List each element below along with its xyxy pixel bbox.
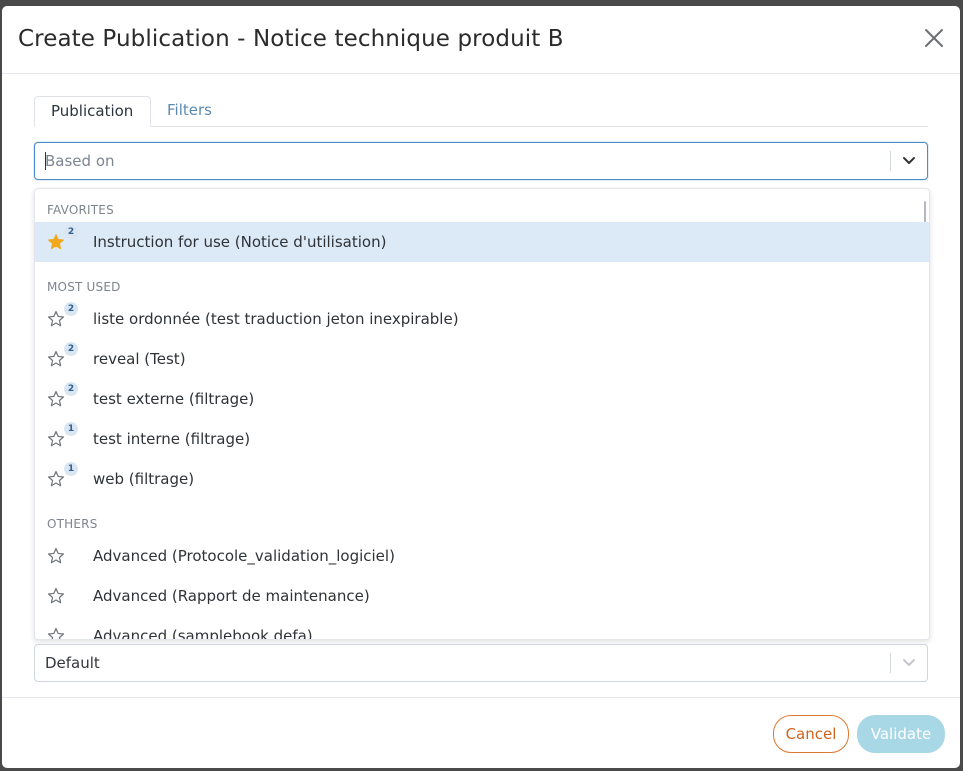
usage-count-badge: 2 bbox=[64, 302, 78, 316]
default-select-value: Default bbox=[45, 654, 100, 672]
option-label: Advanced (Protocole_validation_logiciel) bbox=[93, 547, 395, 565]
star-outline-icon[interactable] bbox=[47, 390, 65, 408]
group-label-most-used: MOST USED bbox=[47, 280, 121, 294]
star-outline-icon[interactable] bbox=[47, 587, 65, 605]
select-separator bbox=[890, 653, 891, 673]
usage-count-badge: 2 bbox=[64, 342, 78, 356]
chevron-down-icon[interactable] bbox=[901, 656, 917, 670]
option-reveal[interactable]: 2 reveal (Test) bbox=[35, 339, 929, 379]
star-outline-icon[interactable] bbox=[47, 627, 65, 640]
close-icon[interactable] bbox=[922, 26, 946, 50]
star-filled-icon[interactable] bbox=[47, 233, 65, 251]
option-label: Advanced (samplebook defa) bbox=[93, 627, 313, 640]
usage-count-badge: 2 bbox=[64, 382, 78, 396]
cancel-button[interactable]: Cancel bbox=[773, 715, 849, 753]
option-advanced-samplebook[interactable]: Advanced (samplebook defa) bbox=[35, 616, 929, 640]
usage-count-badge: 1 bbox=[64, 422, 78, 436]
star-outline-icon[interactable] bbox=[47, 430, 65, 448]
usage-count-badge: 2 bbox=[64, 225, 78, 239]
option-advanced-rapport[interactable]: Advanced (Rapport de maintenance) bbox=[35, 576, 929, 616]
option-label: web (filtrage) bbox=[93, 470, 195, 488]
star-outline-icon[interactable] bbox=[47, 310, 65, 328]
group-label-others: OTHERS bbox=[47, 517, 98, 531]
star-outline-icon[interactable] bbox=[47, 350, 65, 368]
option-label: liste ordonnée (test traduction jeton in… bbox=[93, 310, 459, 328]
option-label: test externe (filtrage) bbox=[93, 390, 255, 408]
select-separator bbox=[890, 151, 891, 171]
group-label-favorites: FAVORITES bbox=[47, 203, 114, 217]
based-on-placeholder: Based on bbox=[45, 152, 115, 170]
default-select[interactable]: Default bbox=[34, 644, 928, 682]
option-liste-ordonnee[interactable]: 2 liste ordonnée (test traduction jeton … bbox=[35, 299, 929, 339]
based-on-select[interactable]: Based on bbox=[34, 142, 928, 180]
validate-button[interactable]: Validate bbox=[857, 715, 945, 753]
tab-filters[interactable]: Filters bbox=[151, 96, 228, 125]
star-outline-icon[interactable] bbox=[47, 547, 65, 565]
create-publication-modal: Create Publication - Notice technique pr… bbox=[2, 6, 960, 768]
star-outline-icon[interactable] bbox=[47, 470, 65, 488]
option-label: Instruction for use (Notice d'utilisatio… bbox=[93, 233, 387, 251]
option-test-externe[interactable]: 2 test externe (filtrage) bbox=[35, 379, 929, 419]
modal-title: Create Publication - Notice technique pr… bbox=[18, 26, 564, 52]
option-instruction-for-use[interactable]: 2 Instruction for use (Notice d'utilisat… bbox=[35, 222, 929, 262]
usage-count-badge: 1 bbox=[64, 462, 78, 476]
option-label: reveal (Test) bbox=[93, 350, 186, 368]
tab-bar: Publication Filters bbox=[34, 96, 928, 127]
based-on-dropdown-menu[interactable]: FAVORITES 2 Instruction for use (Notice … bbox=[34, 188, 930, 640]
option-web[interactable]: 1 web (filtrage) bbox=[35, 459, 929, 499]
tab-publication[interactable]: Publication bbox=[34, 96, 151, 127]
option-label: Advanced (Rapport de maintenance) bbox=[93, 587, 370, 605]
modal-footer: Cancel Validate bbox=[2, 697, 960, 768]
option-test-interne[interactable]: 1 test interne (filtrage) bbox=[35, 419, 929, 459]
option-advanced-protocole[interactable]: Advanced (Protocole_validation_logiciel) bbox=[35, 536, 929, 576]
modal-header: Create Publication - Notice technique pr… bbox=[2, 6, 960, 74]
option-label: test interne (filtrage) bbox=[93, 430, 251, 448]
chevron-down-icon[interactable] bbox=[901, 154, 917, 168]
